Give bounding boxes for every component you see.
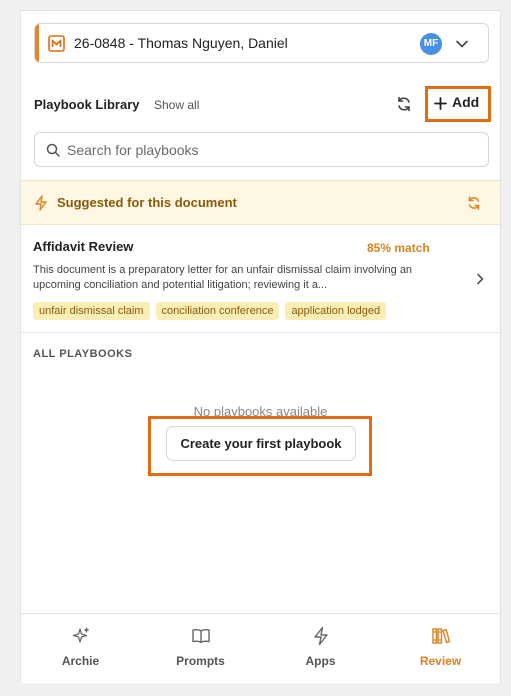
matter-selector[interactable]: 26-0848 - Thomas Nguyen, Daniel MF (34, 23, 489, 63)
tag: unfair dismissal claim (33, 302, 150, 320)
sparkle-icon (72, 627, 89, 643)
nav-item-review[interactable]: Review (381, 614, 500, 684)
playbook-panel: 26-0848 - Thomas Nguyen, Daniel MF Playb… (20, 10, 501, 683)
match-badge: 85% match (367, 241, 430, 255)
refresh-icon[interactable] (395, 95, 413, 113)
all-playbooks-heading: ALL PLAYBOOKS (33, 348, 133, 360)
chevron-down-icon[interactable] (455, 37, 469, 51)
nav-item-apps[interactable]: Apps (261, 614, 380, 684)
show-all-link[interactable]: Show all (154, 98, 199, 112)
add-playbook-button[interactable]: Add (425, 86, 491, 122)
add-label: Add (452, 94, 480, 110)
nav-label: Prompts (176, 654, 225, 668)
suggested-title: Suggested for this document (57, 195, 237, 210)
playbook-title: Affidavit Review (33, 239, 134, 254)
refresh-suggestions-icon[interactable] (466, 195, 482, 211)
tag: application lodged (285, 302, 387, 320)
library-icon (432, 628, 451, 644)
matter-label: 26-0848 - Thomas Nguyen, Daniel (74, 35, 288, 51)
nav-item-prompts[interactable]: Prompts (141, 614, 260, 684)
suggested-playbook-card[interactable]: Affidavit Review 85% match This document… (21, 225, 500, 333)
plus-icon (434, 97, 447, 110)
bolt-icon (35, 195, 47, 211)
playbook-description: This document is a preparatory letter fo… (33, 264, 413, 291)
bolt-icon (314, 626, 328, 646)
chevron-right-icon[interactable] (473, 272, 487, 286)
library-title: Playbook Library (34, 97, 140, 112)
book-icon (192, 629, 210, 644)
nav-item-archie[interactable]: Archie (21, 614, 140, 684)
nav-label: Review (419, 654, 462, 668)
create-playbook-button[interactable]: Create your first playbook (166, 426, 356, 461)
tag: conciliation conference (155, 302, 280, 320)
search-input[interactable] (67, 134, 467, 165)
tag-list: unfair dismissal claim conciliation conf… (33, 302, 387, 320)
search-box[interactable] (34, 132, 489, 167)
nav-label: Apps (305, 654, 336, 668)
bottom-nav: Archie Prompts Apps Review (21, 613, 500, 683)
search-icon (46, 143, 60, 157)
avatar[interactable]: MF (420, 33, 442, 55)
matter-icon (48, 35, 65, 52)
nav-label: Archie (61, 654, 100, 668)
matter-accent-bar (35, 24, 39, 62)
suggested-header: Suggested for this document (21, 180, 500, 225)
